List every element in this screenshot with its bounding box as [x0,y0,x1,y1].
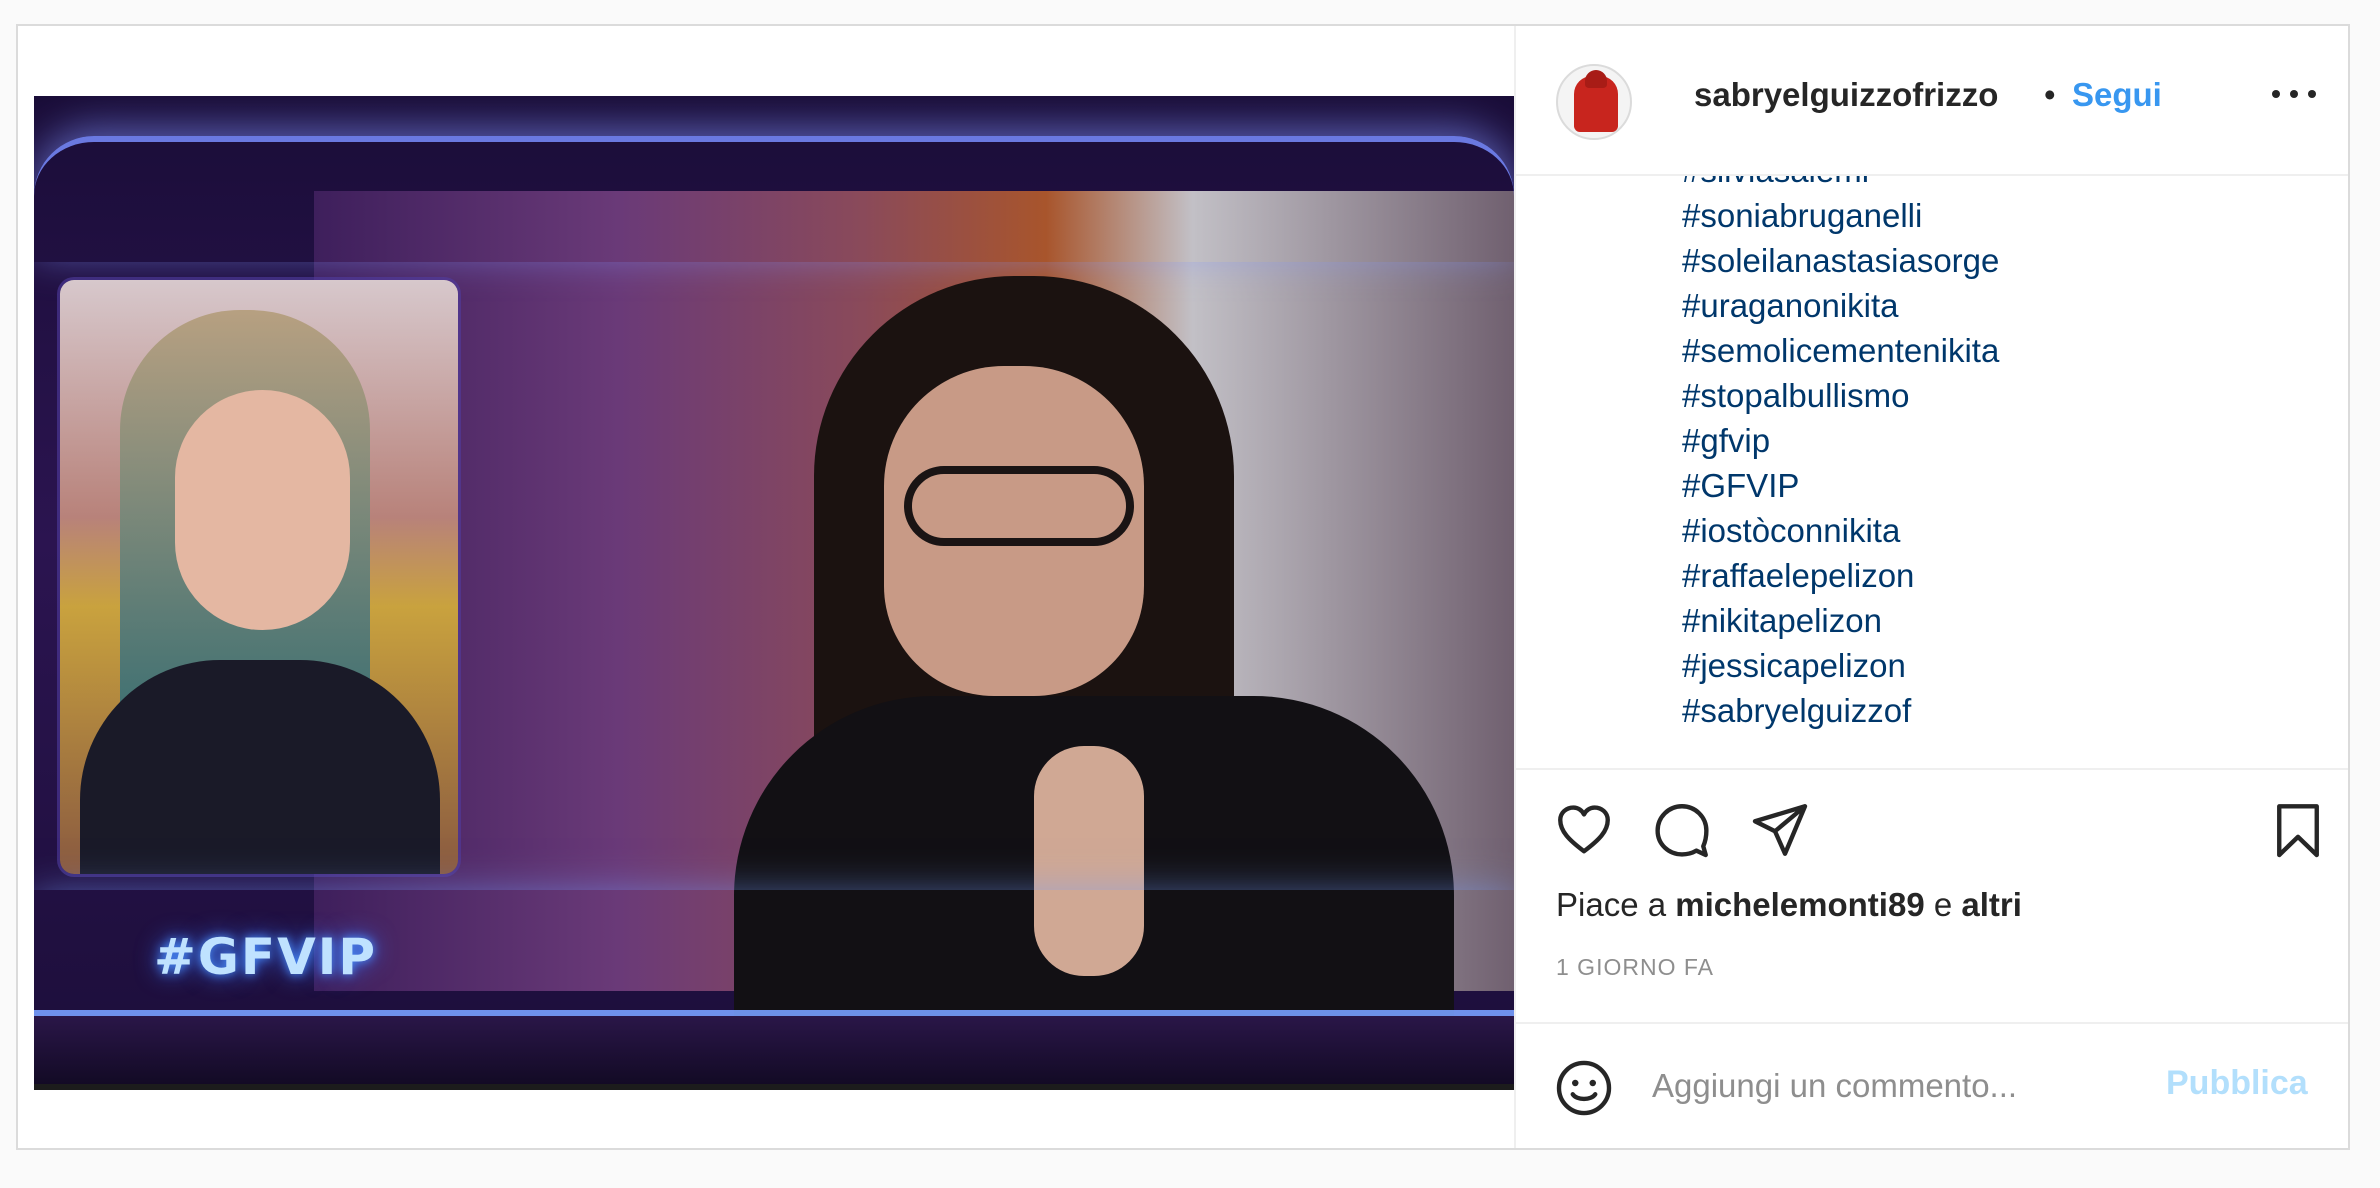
hashtag-link[interactable]: #GFVIP [1682,463,1999,508]
post-image[interactable]: #GFVIP [34,96,1514,1086]
hashtag-link[interactable]: #sabryelguizzof [1682,688,1999,733]
hashtag-link[interactable]: #jessicapelizon [1682,643,1999,688]
comment-button[interactable] [1652,800,1712,860]
emoji-button[interactable] [1554,1058,1614,1118]
likes-prefix: Piace a [1556,886,1667,923]
action-bar [1516,770,2348,870]
show-logo: #GFVIP [154,928,378,986]
hashtag-link[interactable]: #stopalbullismo [1682,373,1999,418]
likes-summary: Piace a michelemonti89 e altri [1556,886,2022,924]
likes-conjunction: e [1933,886,1953,923]
post-side-panel: sabryelguizzofrizzo • Segui #silviasalem… [1514,26,2348,1148]
username-link[interactable]: sabryelguizzofrizzo [1694,76,1998,114]
media-divider [34,1084,1514,1090]
caption-scroll-area[interactable]: #silviasalemi #soniabruganelli #soleilan… [1516,176,2348,770]
light-arc-top [34,136,1514,262]
like-button[interactable] [1554,800,1614,860]
avatar[interactable] [1556,64,1632,140]
more-horizontal-icon [2272,90,2280,98]
bookmark-icon [2277,804,2319,858]
inset-portrait [60,280,458,874]
post-header: sabryelguizzofrizzo • Segui [1516,26,2348,176]
hashtag-link[interactable]: #uraganonikita [1682,283,1999,328]
heart-icon [1558,805,1610,854]
post-media[interactable]: #GFVIP [18,26,1514,1148]
share-button[interactable] [1750,800,1810,860]
hashtag-link[interactable]: #semolicementenikita [1682,328,1999,373]
post-container: #GFVIP sabryelguizzofrizzo • Segui #silv… [16,24,2350,1150]
hashtag-link[interactable]: #iostòconnikita [1682,508,1999,553]
hashtag-link[interactable]: #gfvip [1682,418,1999,463]
comment-icon [1655,804,1709,858]
comment-input[interactable] [1652,1054,2132,1118]
liker-username[interactable]: michelemonti89 [1675,886,1924,923]
smiley-icon [1556,1060,1612,1116]
follow-button[interactable]: Segui [2072,76,2162,114]
more-options-button[interactable] [2272,74,2316,114]
post-timestamp[interactable]: 1 GIORNO FA [1556,954,1714,981]
hashtag-link[interactable]: #soniabruganelli [1682,193,1999,238]
stage-floor [34,1016,1514,1086]
hashtag-link[interactable]: #nikitapelizon [1682,598,1999,643]
hashtag-link[interactable]: #silviasalemi [1682,176,1999,193]
hashtag-link[interactable]: #soleilanastasiasorge [1682,238,1999,283]
hashtag-list: #silviasalemi #soniabruganelli #soleilan… [1682,176,1999,733]
comment-bar: Pubblica [1516,1022,2348,1148]
hashtag-link[interactable]: #raffaelepelizon [1682,553,1999,598]
separator-dot: • [2044,76,2056,113]
likes-others-link[interactable]: altri [1961,886,2022,923]
paper-plane-icon [1752,804,1808,856]
publish-button[interactable]: Pubblica [2166,1064,2308,1103]
save-button[interactable] [2268,800,2328,860]
